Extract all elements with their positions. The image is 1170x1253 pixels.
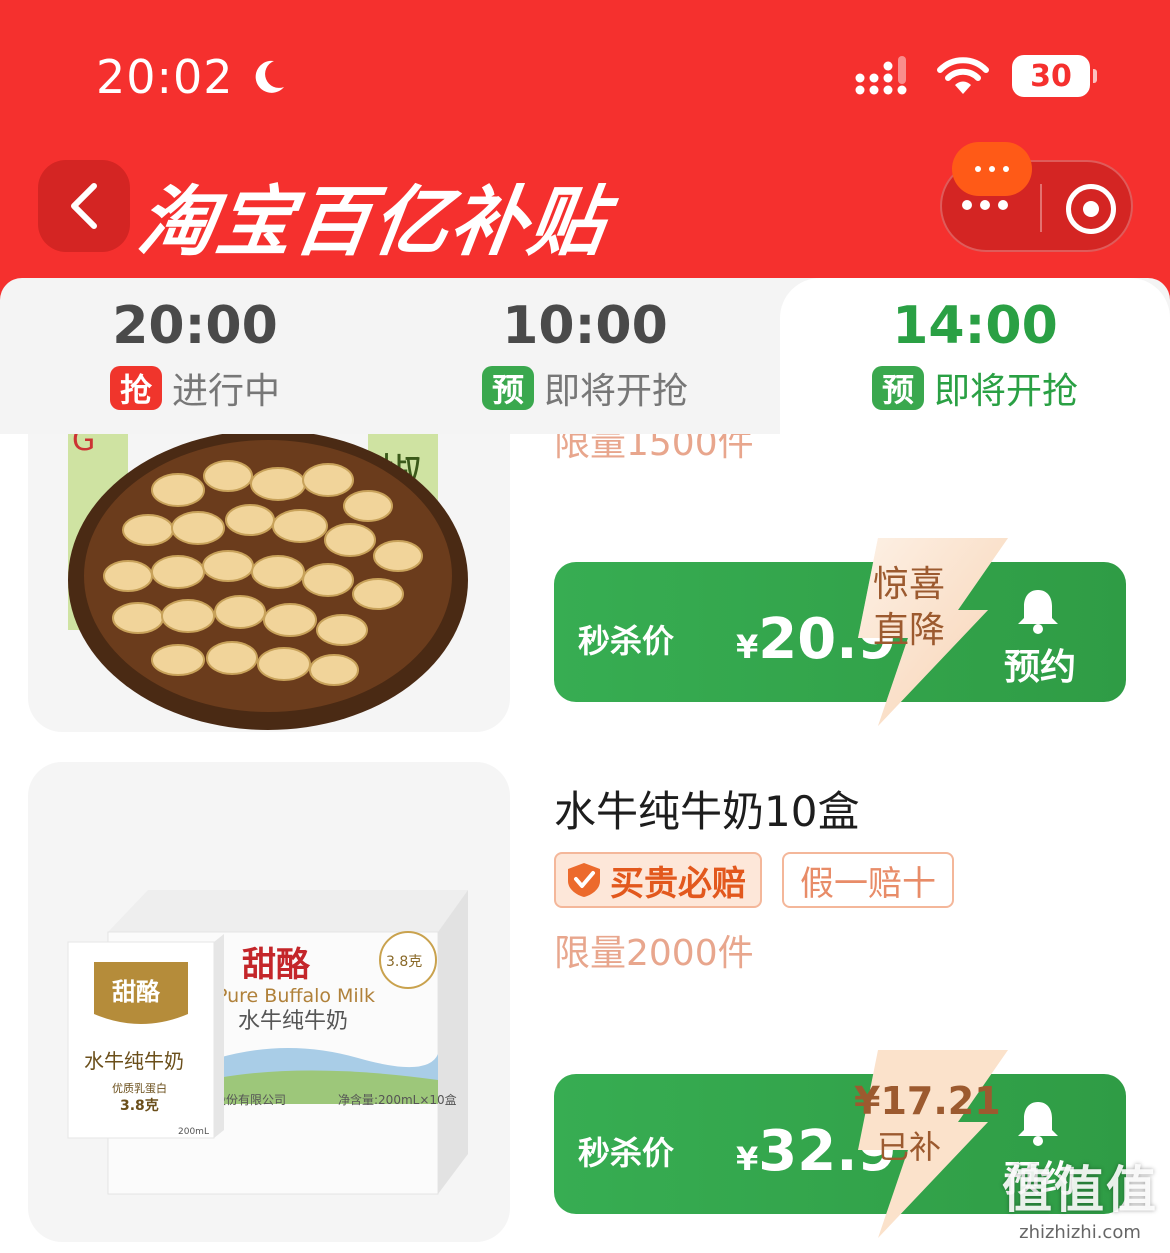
- tab-time: 20:00: [112, 296, 278, 356]
- moon-icon: [255, 60, 284, 93]
- bell-icon: [1018, 590, 1058, 634]
- tag-guarantee-text: 买贵必赔: [610, 863, 746, 904]
- status-bar-time: 20:02: [96, 50, 288, 104]
- page-title: 淘宝百亿补贴: [132, 177, 614, 266]
- promo-line-2: 直降: [872, 610, 945, 651]
- wifi-icon: [937, 57, 989, 94]
- subsidy-amount: ¥17.21: [854, 1079, 1001, 1123]
- preorder-badge: 预: [481, 366, 534, 410]
- carton-protein-label: 优质乳蛋白: [112, 1081, 167, 1095]
- box-net: 净含量:200mL×10盒: [338, 1092, 457, 1107]
- box-brand: 甜酪: [242, 945, 311, 985]
- carton-volume: 200mL: [178, 1127, 209, 1137]
- promo-text: 惊喜 直降: [854, 562, 964, 654]
- carton-name: 水牛纯牛奶: [84, 1049, 184, 1073]
- reserve-price-button[interactable]: 秒杀价 ¥20.9 惊喜 直降 预约: [554, 538, 1126, 726]
- tab-time: 14:00: [892, 296, 1058, 356]
- reserve-label: 预约: [1004, 647, 1077, 688]
- tab-status-text: 进行中: [171, 371, 280, 412]
- close-target-button[interactable]: [1066, 184, 1116, 234]
- tab-status: 预 即将开抢: [780, 362, 1170, 414]
- currency-symbol: ¥: [736, 628, 759, 666]
- carton-brand: 甜酪: [112, 978, 161, 1006]
- bell-icon: [1018, 1102, 1058, 1146]
- box-company: 股份有限公司: [214, 1093, 286, 1107]
- tab-status-text: 即将开抢: [933, 371, 1078, 412]
- cellular-signal-icon: [855, 56, 907, 95]
- flash-price-label: 秒杀价: [578, 622, 675, 660]
- notification-dots-badge[interactable]: [952, 142, 1032, 196]
- site-watermark: 值值值 zhizhizhi.com: [1002, 1150, 1158, 1243]
- tab-session-2[interactable]: 10:00 预 即将开抢: [390, 278, 780, 434]
- capsule-divider: [1040, 184, 1042, 232]
- watermark-url: zhizhizhi.com: [1019, 1222, 1141, 1243]
- product-limit: 限量2000件: [554, 933, 754, 974]
- clock-text: 20:02: [96, 50, 234, 104]
- chevron-left-icon: [71, 183, 97, 229]
- tab-time: 10:00: [502, 296, 668, 356]
- tag-fake-text: 假一赔十: [800, 863, 936, 904]
- tab-session-1[interactable]: 20:00 抢 进行中: [0, 278, 390, 434]
- grab-badge: 抢: [109, 366, 162, 410]
- tab-session-3[interactable]: 14:00 预 即将开抢: [780, 278, 1170, 434]
- box-name: 水牛纯牛奶: [238, 1009, 348, 1034]
- currency-symbol: ¥: [736, 1140, 759, 1178]
- milk-box-image: 甜酪 Pure Buffalo Milk 水牛纯牛奶 3.8克 净含量:200m…: [67, 890, 468, 1195]
- flash-price-label: 秒杀价: [578, 1134, 675, 1172]
- battery-icon: 30: [1012, 55, 1097, 97]
- shield-check-icon: [568, 863, 600, 897]
- tag-price-guarantee: 买贵必赔: [554, 852, 762, 908]
- more-menu-button[interactable]: [962, 200, 1008, 210]
- subsidy-label: 已补: [876, 1128, 941, 1166]
- box-protein: 3.8克: [386, 954, 422, 970]
- status-icons: 30: [854, 54, 1097, 98]
- header-bar: 20:02 30 淘宝百亿补贴: [0, 0, 1170, 300]
- preorder-badge: 预: [871, 366, 924, 410]
- carton-protein: 3.8克: [120, 1097, 159, 1114]
- page: 20:02 30 淘宝百亿补贴 G 限量1500件 秒杀价 ¥20.9 惊喜 直…: [0, 0, 1170, 1253]
- product-title[interactable]: 水牛纯牛奶10盒: [554, 778, 859, 839]
- watermark-text: 值值值: [1002, 1161, 1158, 1219]
- battery-level: 30: [1030, 58, 1072, 94]
- subsidy-text: ¥17.21 已补: [854, 1078, 1001, 1170]
- product-image-milk[interactable]: 甜酪 Pure Buffalo Milk 水牛纯牛奶 3.8克 净含量:200m…: [28, 762, 510, 1242]
- promo-line-1: 惊喜: [872, 564, 945, 605]
- tab-status-text: 即将开抢: [543, 371, 688, 412]
- box-english: Pure Buffalo Milk: [216, 985, 375, 1007]
- session-tabs: 20:00 抢 进行中 10:00 预 即将开抢 14:00 预 即将开抢: [0, 278, 1170, 434]
- tab-status: 预 即将开抢: [390, 362, 780, 414]
- tab-status: 抢 进行中: [0, 362, 390, 414]
- back-button[interactable]: [38, 160, 130, 252]
- tag-fake-compensation: 假一赔十: [782, 852, 954, 908]
